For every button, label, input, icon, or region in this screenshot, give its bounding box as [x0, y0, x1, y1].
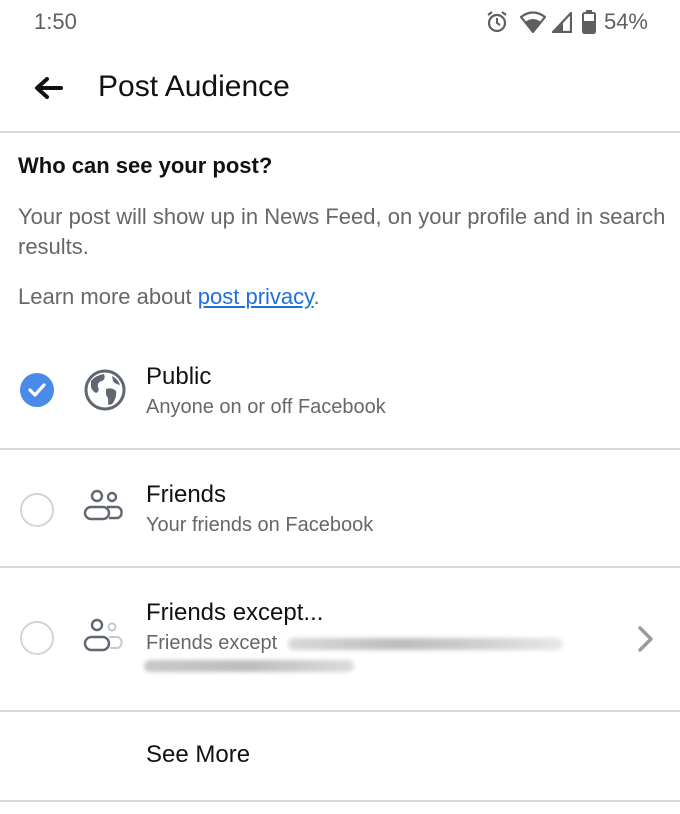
option-title: Friends except...: [146, 599, 324, 626]
checkmark-icon: [28, 383, 46, 397]
chevron-right-icon[interactable]: [634, 624, 658, 654]
status-bar: 1:50 54%: [0, 0, 680, 44]
see-more-label: See More: [146, 741, 251, 768]
section-heading: Who can see your post?: [18, 153, 273, 178]
friends-except-icon: [83, 618, 123, 652]
status-icons: 54%: [486, 8, 648, 36]
battery-icon: [581, 10, 596, 34]
option-subtitle: Anyone on or off Facebook: [146, 396, 386, 418]
status-time: 1:50: [34, 9, 77, 34]
option-title: Public: [146, 363, 212, 390]
option-subtitle: Your friends on Facebook: [146, 514, 374, 536]
option-title: Friends: [146, 481, 227, 508]
post-privacy-link[interactable]: post privacy: [198, 284, 314, 309]
learn-more-suffix: .: [313, 284, 320, 309]
alarm-icon: [487, 11, 507, 33]
divider: [0, 800, 680, 802]
learn-more-prefix: Learn more about: [18, 284, 198, 309]
option-subtitle: Friends except: [146, 632, 278, 654]
battery-percent: 54%: [603, 9, 648, 34]
wifi-icon: [519, 11, 546, 33]
back-button[interactable]: [28, 68, 68, 108]
audience-option-friends[interactable]: Friends Your friends on Facebook: [0, 450, 680, 566]
page-title: Post Audience: [98, 70, 290, 103]
audience-option-public[interactable]: Public Anyone on or off Facebook: [0, 350, 680, 448]
radio-selected[interactable]: [20, 373, 54, 407]
radio-unselected[interactable]: [20, 621, 54, 655]
learn-more-text: Learn more about post privacy.: [18, 284, 320, 310]
globe-icon: [84, 369, 126, 411]
redacted-text: [144, 660, 354, 672]
see-more-button[interactable]: See More: [0, 712, 680, 800]
description-text: Your post will show up in News Feed, on …: [18, 204, 666, 259]
radio-unselected[interactable]: [20, 493, 54, 527]
redacted-text: [288, 638, 563, 650]
signal-icon: [551, 11, 572, 33]
arrow-left-icon: [35, 77, 63, 99]
friends-icon: [83, 489, 123, 521]
app-bar: Post Audience: [0, 44, 680, 133]
